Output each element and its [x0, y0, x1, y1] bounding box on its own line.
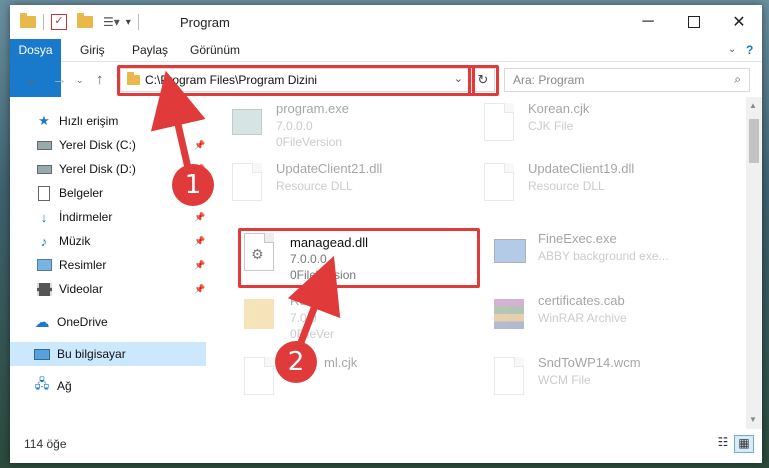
arrow-2	[287, 255, 341, 349]
arrow-1	[150, 70, 206, 172]
step-2-badge: 2	[275, 341, 317, 383]
annotation-arrows	[150, 70, 341, 349]
step-1-badge: 1	[172, 164, 214, 206]
